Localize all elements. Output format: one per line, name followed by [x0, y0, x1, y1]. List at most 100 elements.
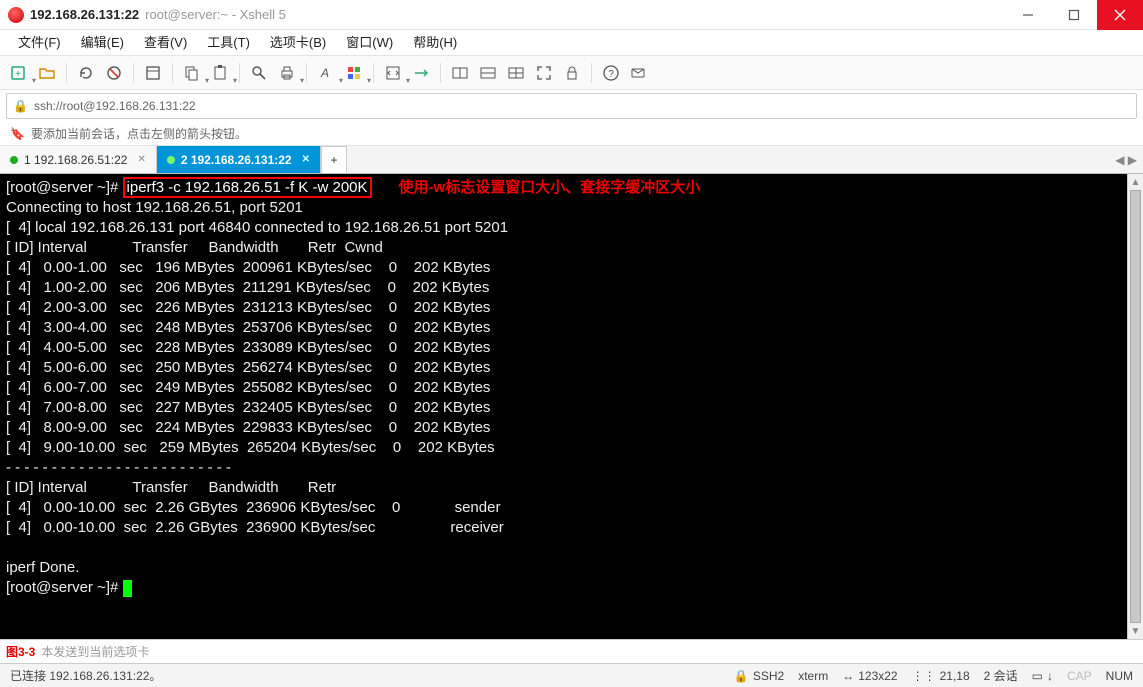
compose-icon[interactable]	[628, 62, 650, 84]
status-bar: 已连接 192.168.26.131:22。 🔒 SSH2 xterm ↔ 123x…	[0, 663, 1143, 687]
layout-grid-icon[interactable]	[505, 62, 527, 84]
menubar: 文件(F) 编辑(E) 查看(V) 工具(T) 选项卡(B) 窗口(W) 帮助(…	[0, 30, 1143, 56]
term-line: [ ID] Interval Transfer Bandwidth Retr C…	[6, 239, 383, 256]
bookmark-icon[interactable]: 🔖	[10, 127, 25, 141]
status-num: NUM	[1106, 669, 1133, 683]
command-highlight: iperf3 -c 192.168.26.51 -f K -w 200K	[123, 177, 372, 198]
fullscreen-icon[interactable]	[533, 62, 555, 84]
annotation: 使用-w标志设置窗口大小、套接字缓冲区大小	[399, 179, 701, 196]
minimize-button[interactable]	[1005, 0, 1051, 30]
close-tab-icon[interactable]: ✕	[137, 154, 145, 165]
status-dot-icon	[10, 156, 18, 164]
status-connection: 已连接 192.168.26.131:22。	[10, 667, 161, 684]
cursor	[123, 580, 132, 597]
term-row: [ 4] 9.00-10.00 sec 259 MBytes 265204 KB…	[6, 439, 495, 456]
tab-label: 2 192.168.26.131:22	[181, 153, 292, 167]
title-main: 192.168.26.131:22	[30, 7, 139, 22]
print-icon[interactable]	[276, 62, 298, 84]
pos-icon: ⋮⋮	[912, 669, 936, 683]
term-line: - - - - - - - - - - - - - - - - - - - - …	[6, 459, 231, 476]
status-term: xterm	[798, 669, 828, 683]
color-icon[interactable]	[343, 62, 365, 84]
menu-file[interactable]: 文件(F)	[8, 30, 71, 56]
menu-edit[interactable]: 编辑(E)	[71, 30, 134, 56]
scrollbar[interactable]: ▲ ▼	[1127, 174, 1143, 639]
size-icon: ↔	[842, 669, 854, 683]
tab-1[interactable]: 1 192.168.26.51:22 ✕	[0, 146, 157, 173]
menu-tools[interactable]: 工具(T)	[197, 30, 260, 56]
send-bar: 图3-3 本发送到当前选项卡	[0, 639, 1143, 663]
term-row: [ 4] 6.00-7.00 sec 249 MBytes 255082 KBy…	[6, 379, 490, 396]
scroll-down-icon[interactable]: ▼	[1128, 623, 1143, 639]
send-label: 图3-3	[6, 643, 35, 660]
terminal[interactable]: [root@server ~]# iperf3 -c 192.168.26.51…	[0, 174, 1143, 639]
status-ssh: SSH2	[753, 669, 784, 683]
tab-strip: 1 192.168.26.51:22 ✕ 2 192.168.26.131:22…	[0, 146, 1143, 174]
svg-text:A: A	[320, 66, 329, 80]
disconnect-icon[interactable]	[103, 62, 125, 84]
transfer-icon[interactable]	[410, 62, 432, 84]
close-tab-icon[interactable]: ✕	[302, 154, 310, 165]
term-line: Connecting to host 192.168.26.51, port 5…	[6, 199, 303, 216]
term-line: [ 4] 0.00-10.00 sec 2.26 GBytes 236900 K…	[6, 519, 504, 536]
lock-scroll-icon[interactable]	[561, 62, 583, 84]
tab-label: 1 192.168.26.51:22	[24, 153, 127, 167]
properties-icon[interactable]	[142, 62, 164, 84]
term-line: [ 4] local 192.168.26.131 port 46840 con…	[6, 219, 508, 236]
term-row: [ 4] 3.00-4.00 sec 248 MBytes 253706 KBy…	[6, 319, 490, 336]
tab-2[interactable]: 2 192.168.26.131:22 ✕	[157, 146, 321, 173]
paste-icon[interactable]	[209, 62, 231, 84]
status-dot-icon	[167, 156, 175, 164]
term-line: [ 4] 0.00-10.00 sec 2.26 GBytes 236906 K…	[6, 499, 500, 516]
term-line: iperf Done.	[6, 559, 79, 576]
scroll-up-icon[interactable]: ▲	[1128, 174, 1143, 190]
font-icon[interactable]: A	[315, 62, 337, 84]
prompt: [root@server ~]#	[6, 179, 123, 196]
new-session-icon[interactable]: +	[8, 62, 30, 84]
close-button[interactable]	[1097, 0, 1143, 30]
hint-text: 要添加当前会话，点击左侧的箭头按钮。	[31, 125, 247, 142]
status-pos: 21,18	[940, 669, 970, 683]
address-bar[interactable]: 🔒 ssh://root@192.168.26.131:22	[6, 93, 1137, 119]
titlebar: 192.168.26.131:22 root@server:~ - Xshell…	[0, 0, 1143, 30]
term-row: [ 4] 7.00-8.00 sec 227 MBytes 232405 KBy…	[6, 399, 490, 416]
layout-h-icon[interactable]	[449, 62, 471, 84]
title-sub: root@server:~ - Xshell 5	[145, 7, 286, 22]
tab-nav-arrows[interactable]: ◀ ▶	[1109, 146, 1143, 173]
maximize-button[interactable]	[1051, 0, 1097, 30]
add-tab-button[interactable]: +	[321, 146, 347, 173]
term-row: [ 4] 4.00-5.00 sec 228 MBytes 233089 KBy…	[6, 339, 490, 356]
menu-tabs[interactable]: 选项卡(B)	[260, 30, 336, 56]
sessions-icon: ▭	[1032, 669, 1043, 683]
status-cap: CAP	[1067, 669, 1092, 683]
term-row: [ 4] 5.00-6.00 sec 250 MBytes 256274 KBy…	[6, 359, 490, 376]
open-session-icon[interactable]	[36, 62, 58, 84]
scroll-thumb[interactable]	[1130, 190, 1141, 623]
svg-text:+: +	[15, 69, 21, 80]
term-row: [ 4] 2.00-3.00 sec 226 MBytes 231213 KBy…	[6, 299, 490, 316]
address-text: ssh://root@192.168.26.131:22	[34, 99, 196, 113]
menu-help[interactable]: 帮助(H)	[403, 30, 467, 56]
find-icon[interactable]	[248, 62, 270, 84]
menu-window[interactable]: 窗口(W)	[336, 30, 403, 56]
copy-icon[interactable]	[181, 62, 203, 84]
prompt: [root@server ~]#	[6, 579, 123, 596]
menu-view[interactable]: 查看(V)	[134, 30, 197, 56]
term-row: [ 4] 0.00-1.00 sec 196 MBytes 200961 KBy…	[6, 259, 490, 276]
lock-icon: 🔒	[734, 669, 749, 683]
app-icon	[8, 7, 24, 23]
lock-icon: 🔒	[13, 99, 28, 113]
help-icon[interactable]: ?	[600, 62, 622, 84]
term-line: [ ID] Interval Transfer Bandwidth Retr	[6, 479, 336, 496]
layout-v-icon[interactable]	[477, 62, 499, 84]
script-icon[interactable]	[382, 62, 404, 84]
toolbar: + A ?	[0, 56, 1143, 90]
send-placeholder[interactable]: 本发送到当前选项卡	[41, 643, 149, 660]
reconnect-icon[interactable]	[75, 62, 97, 84]
term-row: [ 4] 8.00-9.00 sec 224 MBytes 229833 KBy…	[6, 419, 490, 436]
hint-bar: 🔖 要添加当前会话，点击左侧的箭头按钮。	[0, 122, 1143, 146]
svg-text:?: ?	[608, 69, 614, 80]
status-size: 123x22	[858, 669, 897, 683]
status-sessions: 2 会话	[984, 667, 1018, 684]
term-row: [ 4] 1.00-2.00 sec 206 MBytes 211291 KBy…	[6, 279, 489, 296]
